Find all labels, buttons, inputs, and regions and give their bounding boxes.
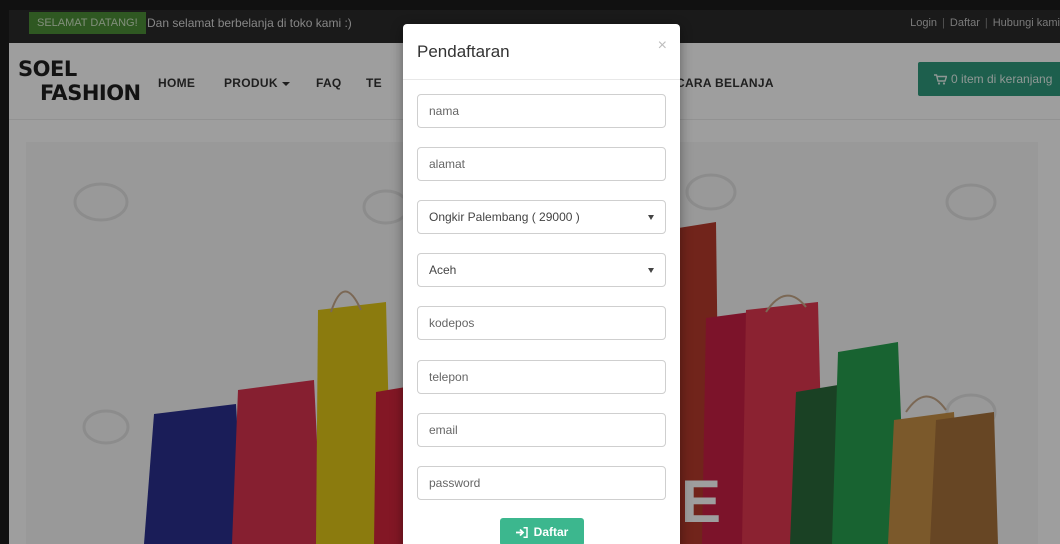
nama-field[interactable] <box>417 94 666 128</box>
modal-title: Pendaftaran <box>417 42 510 61</box>
password-field[interactable] <box>417 466 666 500</box>
registration-modal: Pendaftaran × Ongkir Palembang ( 29000 )… <box>403 24 680 544</box>
dropdown-arrow-icon <box>648 267 654 273</box>
province-select-value: Aceh <box>429 263 457 277</box>
daftar-button-label: Daftar <box>533 525 569 539</box>
sign-in-icon <box>515 526 528 538</box>
alamat-field[interactable] <box>417 147 666 181</box>
daftar-button[interactable]: Daftar <box>500 518 584 544</box>
dropdown-arrow-icon <box>648 214 654 220</box>
telepon-field[interactable] <box>417 360 666 394</box>
province-select[interactable]: Aceh <box>417 253 666 287</box>
modal-header: Pendaftaran × <box>403 24 680 80</box>
kodepos-field[interactable] <box>417 306 666 340</box>
ongkir-select-value: Ongkir Palembang ( 29000 ) <box>429 210 580 224</box>
ongkir-select[interactable]: Ongkir Palembang ( 29000 ) <box>417 200 666 234</box>
email-field[interactable] <box>417 413 666 447</box>
close-icon[interactable]: × <box>658 37 667 55</box>
